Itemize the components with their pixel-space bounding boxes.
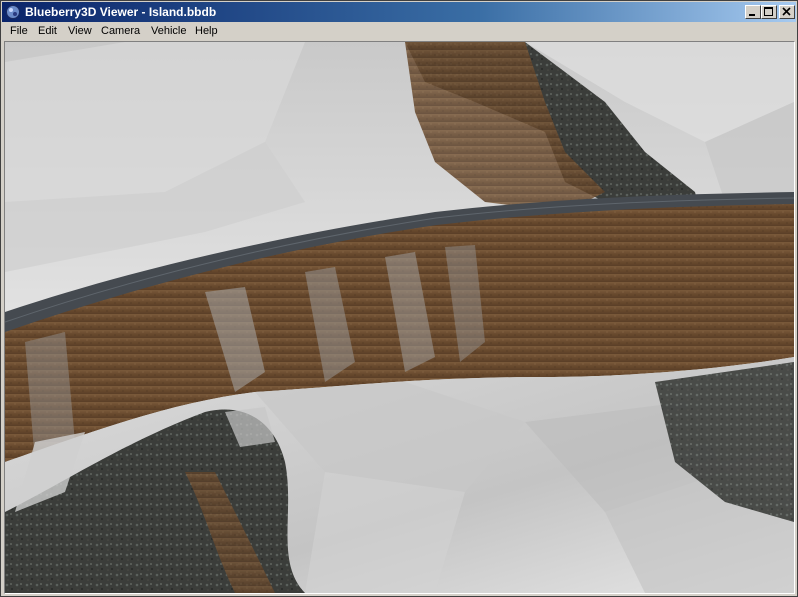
menu-camera[interactable]: Camera	[98, 24, 143, 38]
minimize-button[interactable]	[745, 5, 761, 19]
window-title: Blueberry3D Viewer - Island.bbdb	[25, 5, 217, 19]
app-window: Blueberry3D Viewer - Island.bbdb File Ed…	[0, 0, 798, 597]
menu-edit[interactable]: Edit	[35, 24, 60, 38]
menu-view[interactable]: View	[65, 24, 95, 38]
menu-bar: File Edit View Camera Vehicle Help	[2, 22, 796, 40]
3d-viewport[interactable]	[4, 41, 795, 594]
blueberry-app-icon	[5, 4, 21, 20]
maximize-button[interactable]	[761, 5, 777, 19]
menu-help[interactable]: Help	[192, 24, 221, 38]
menu-file[interactable]: File	[7, 24, 31, 38]
close-button[interactable]	[779, 5, 795, 19]
title-bar[interactable]: Blueberry3D Viewer - Island.bbdb	[2, 2, 796, 22]
terrain-render	[5, 42, 794, 593]
menu-vehicle[interactable]: Vehicle	[148, 24, 189, 38]
